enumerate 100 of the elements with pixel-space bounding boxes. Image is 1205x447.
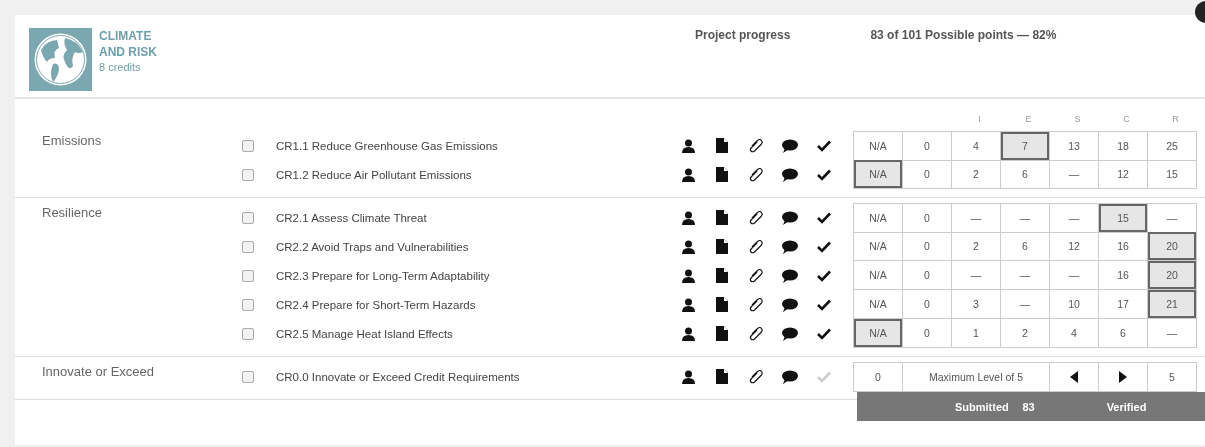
paperclip-icon[interactable] [749,297,763,312]
checkbox[interactable] [242,370,254,383]
paperclip-icon[interactable] [749,268,763,283]
score-option[interactable]: 0 [903,160,952,189]
credit-title[interactable]: CR2.5 Manage Heat Island Effects [276,327,671,340]
score-option[interactable]: N/A [854,261,903,290]
score-option[interactable]: 21 [1148,290,1197,319]
paperclip-icon[interactable] [749,138,763,153]
decrease-arrow-icon[interactable] [1070,370,1078,383]
document-icon[interactable] [716,326,728,341]
document-icon[interactable] [716,369,728,384]
score-option[interactable]: 0 [903,319,952,348]
score-option[interactable]: 0 [903,131,952,161]
checkbox[interactable] [242,211,254,224]
document-icon[interactable] [716,297,728,312]
check-icon[interactable] [817,139,831,152]
increase-arrow-icon[interactable] [1119,370,1127,383]
document-icon[interactable] [716,268,728,283]
score-option[interactable]: 20 [1148,232,1197,261]
score-option[interactable]: 15 [1148,160,1197,189]
score-option[interactable]: 25 [1148,131,1197,161]
score-option[interactable]: 7 [1001,131,1050,161]
person-icon[interactable] [681,210,695,225]
paperclip-icon[interactable] [749,167,763,182]
score-option[interactable]: 18 [1099,131,1148,161]
comment-icon[interactable] [782,326,798,341]
score-option[interactable]: 2 [952,160,1001,189]
score-option[interactable]: 12 [1099,160,1148,189]
person-icon[interactable] [681,369,695,384]
credit-title[interactable]: CR0.0 Innovate or Exceed Credit Requirements [276,370,671,383]
credit-title[interactable]: CR2.3 Prepare for Long-Term Adaptability [276,269,671,282]
score-option[interactable]: 6 [1099,319,1148,348]
person-icon[interactable] [681,297,695,312]
maximum-level: 5 [1148,362,1197,392]
score-option[interactable]: 3 [952,290,1001,319]
score-option[interactable]: 1 [952,319,1001,348]
person-icon[interactable] [681,326,695,341]
document-icon[interactable] [716,210,728,225]
score-option[interactable]: 12 [1050,232,1099,261]
score-option[interactable]: N/A [854,203,903,233]
score-option[interactable]: N/A [854,160,903,189]
checkbox[interactable] [242,269,254,282]
score-option[interactable]: 13 [1050,131,1099,161]
score-option[interactable]: 15 [1099,203,1148,233]
score-option[interactable]: 0 [903,261,952,290]
score-option[interactable]: — [1001,261,1050,290]
document-icon[interactable] [716,138,728,153]
paperclip-icon[interactable] [749,210,763,225]
score-option[interactable]: 2 [952,232,1001,261]
comment-icon[interactable] [782,210,798,225]
credit-title[interactable]: CR2.1 Assess Climate Threat [276,211,671,224]
comment-icon[interactable] [782,138,798,153]
check-icon[interactable] [817,298,831,311]
checkbox[interactable] [242,139,254,152]
check-icon[interactable] [817,168,831,181]
document-icon[interactable] [716,167,728,182]
score-option[interactable]: — [952,203,1001,233]
comment-icon[interactable] [782,369,798,384]
score-option[interactable]: 0 [903,203,952,233]
paperclip-icon[interactable] [749,239,763,254]
check-icon[interactable] [817,269,831,282]
paperclip-icon[interactable] [749,369,763,384]
score-option[interactable]: 10 [1050,290,1099,319]
check-icon[interactable] [817,327,831,340]
score-option[interactable]: 4 [1050,319,1099,348]
score-option[interactable]: — [1050,261,1099,290]
paperclip-icon[interactable] [749,326,763,341]
checkbox[interactable] [242,327,254,340]
credit-title[interactable]: CR1.2 Reduce Air Pollutant Emissions [276,168,671,181]
score-option[interactable]: 0 [903,290,952,319]
person-icon[interactable] [681,167,695,182]
score-option[interactable]: — [1001,203,1050,233]
score-option[interactable]: N/A [854,319,903,348]
score-option[interactable]: 0 [903,232,952,261]
check-icon[interactable] [817,211,831,224]
comment-icon[interactable] [782,268,798,283]
score-option[interactable]: 6 [1001,160,1050,189]
person-icon[interactable] [681,138,695,153]
comment-icon[interactable] [782,167,798,182]
checkbox[interactable] [242,298,254,311]
credit-title[interactable]: CR2.4 Prepare for Short-Term Hazards [276,298,671,311]
score-option[interactable]: — [1148,319,1197,348]
score-option[interactable]: 20 [1148,261,1197,290]
score-option[interactable]: 2 [1001,319,1050,348]
score-option[interactable]: — [1050,160,1099,189]
score-option[interactable]: — [1001,290,1050,319]
checkbox[interactable] [242,240,254,253]
score-option[interactable]: 6 [1001,232,1050,261]
score-option[interactable]: N/A [854,232,903,261]
person-icon[interactable] [681,239,695,254]
person-icon[interactable] [681,268,695,283]
check-icon[interactable] [817,240,831,253]
score-option[interactable]: — [952,261,1001,290]
comment-icon[interactable] [782,239,798,254]
group-label: Resilience [41,204,103,222]
credit-title[interactable]: CR2.2 Avoid Traps and Vulnerabilities [276,240,671,253]
document-icon[interactable] [716,239,728,254]
comment-icon[interactable] [782,297,798,312]
checkbox[interactable] [242,168,254,181]
credit-title[interactable]: CR1.1 Reduce Greenhouse Gas Emissions [276,139,671,152]
